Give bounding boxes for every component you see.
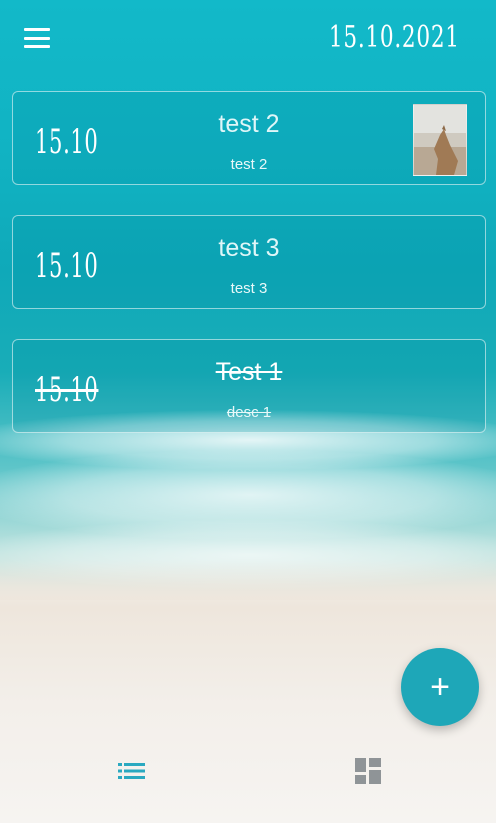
note-description: desc 1 (226, 404, 272, 421)
note-description: test 2 (230, 156, 268, 173)
note-title: test 2 (218, 110, 280, 138)
note-description: test 3 (230, 280, 268, 297)
note-title: test 3 (218, 234, 280, 262)
bottom-navigation (0, 723, 496, 823)
header-date: 15.10.2021 (329, 20, 460, 55)
note-date: 15.10 (35, 122, 99, 162)
note-card-completed[interactable]: 15.10 Test 1 desc 1 (12, 339, 486, 433)
nav-grid-view[interactable] (338, 751, 398, 791)
note-card[interactable]: 15.10 test 2 test 2 (12, 91, 486, 185)
note-image-thumbnail[interactable] (413, 104, 467, 176)
note-title: Test 1 (215, 358, 283, 386)
add-note-button[interactable]: + (401, 648, 479, 726)
plus-icon: + (430, 668, 450, 706)
note-date: 15.10 (35, 370, 99, 410)
menu-icon[interactable] (22, 24, 52, 52)
note-date: 15.10 (35, 246, 99, 286)
note-card[interactable]: 15.10 test 3 test 3 (12, 215, 486, 309)
grid-icon (355, 758, 381, 784)
nav-list-view[interactable] (102, 751, 162, 791)
list-icon (118, 763, 145, 779)
